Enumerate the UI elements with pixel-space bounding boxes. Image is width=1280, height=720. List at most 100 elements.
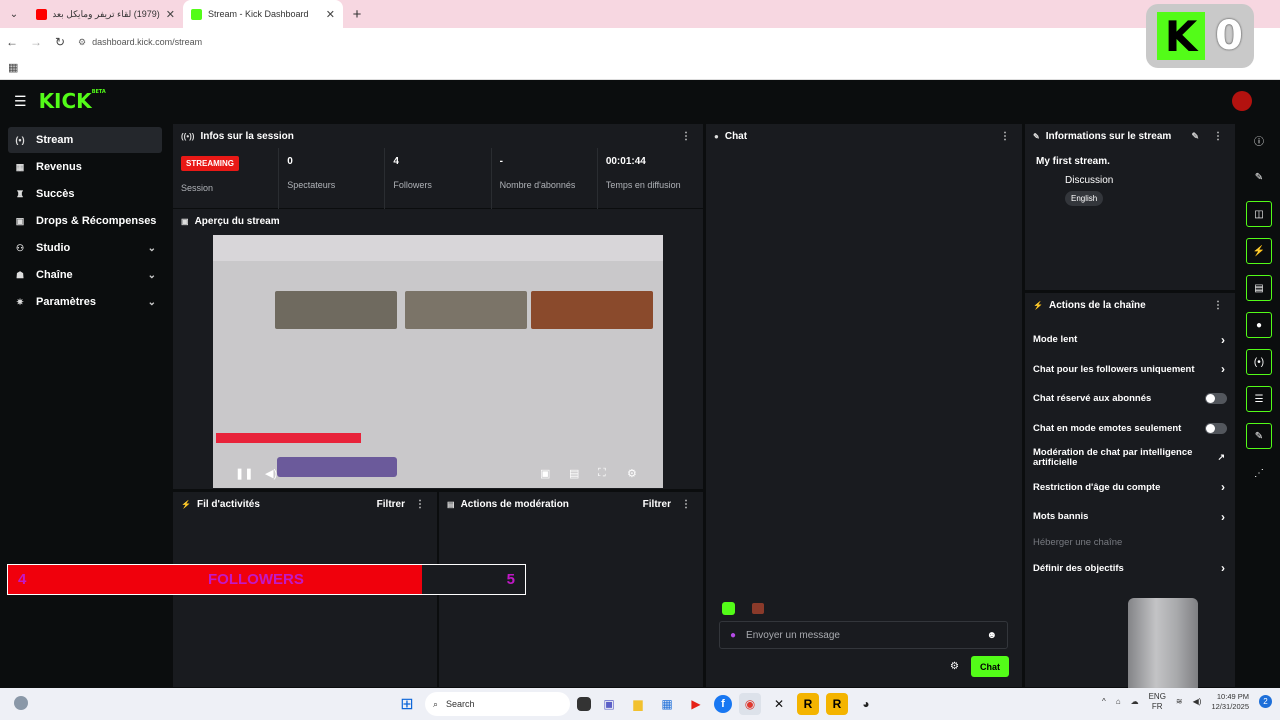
file-explorer-icon[interactable]: ▆ <box>627 693 649 715</box>
action-label: Chat réservé aux abonnés <box>1033 393 1152 405</box>
pause-icon[interactable]: ❚❚ <box>235 467 253 480</box>
chrome-icon[interactable]: ◉ <box>739 693 761 715</box>
teams-icon[interactable]: ▣ <box>598 693 620 715</box>
edit-icon[interactable]: ✎ <box>1246 164 1272 190</box>
stat-value: 0 <box>287 156 293 167</box>
stream-video[interactable]: ❚❚ ◀) ▣ ▤ ⛶ ⚙ <box>213 235 663 488</box>
action-banned-words[interactable]: Mots bannis › <box>1025 502 1235 532</box>
more-options-icon[interactable]: ⋮ <box>681 131 691 142</box>
share-icon[interactable]: ⋰ <box>1246 460 1272 486</box>
lang-primary: ENG <box>1148 692 1166 701</box>
action-label: Mots bannis <box>1033 511 1089 523</box>
more-options-icon[interactable]: ⋮ <box>1213 300 1223 311</box>
action-set-goals[interactable]: Définir des objectifs › <box>1025 554 1235 584</box>
edit-icon[interactable]: ✎ <box>1191 131 1199 142</box>
youtube-icon[interactable]: ▶ <box>685 693 707 715</box>
layers-icon[interactable]: ☰ <box>1246 386 1272 412</box>
action-ai-moderation[interactable]: Modération de chat par intelligence arti… <box>1025 443 1235 473</box>
forward-icon[interactable]: → <box>24 35 48 49</box>
chevron-down-icon: ⌄ <box>147 269 156 281</box>
chat-send-button[interactable]: Chat <box>971 656 1009 677</box>
back-icon[interactable]: ← <box>0 35 24 49</box>
microphone-icon[interactable]: ● <box>730 630 736 641</box>
chevron-right-icon: › <box>1221 561 1225 576</box>
menu-icon[interactable]: ☰ <box>14 93 27 110</box>
obs-icon[interactable]: ◕ <box>855 693 877 715</box>
sidebar-item-stream[interactable]: (•) Stream <box>8 127 162 153</box>
browser-tab-youtube[interactable]: (1979) لقاء تريفر ومايكل بعد 10 ✕ <box>28 0 183 28</box>
clip-icon[interactable]: ◫ <box>1246 201 1272 227</box>
task-view-icon[interactable] <box>577 697 591 711</box>
rockstar-launcher-icon[interactable]: R <box>826 693 848 715</box>
store-icon[interactable]: ▦ <box>656 693 678 715</box>
emotes-only-toggle[interactable] <box>1205 422 1227 434</box>
chevron-right-icon: › <box>1221 332 1225 347</box>
site-info-icon[interactable]: ⚙ <box>78 37 86 48</box>
notification-badge[interactable]: 2 <box>1259 695 1272 709</box>
top-nav: ☰ KICKBETA <box>0 81 1280 121</box>
wrench-icon[interactable]: ✎ <box>1246 423 1272 449</box>
stat-label: Nombre d'abonnés <box>499 180 576 190</box>
sidebar-item-studio[interactable]: ⚇ Studio ⌄ <box>8 235 162 261</box>
sidebar-item-label: Paramètres <box>36 296 96 308</box>
chat-icon: ● <box>714 131 719 141</box>
more-options-icon[interactable]: ⋮ <box>1000 131 1010 142</box>
url-field[interactable]: ⚙ dashboard.kick.com/stream <box>78 37 202 48</box>
tab-search-icon[interactable]: ⌄ <box>0 0 28 28</box>
facebook-icon[interactable]: f <box>714 695 732 713</box>
action-followers-only[interactable]: Chat pour les followers uniquement › <box>1025 355 1235 385</box>
filter-button[interactable]: Filtrer <box>643 499 671 510</box>
rockstar-icon[interactable]: R <box>797 693 819 715</box>
chat-bubble-icon[interactable]: ● <box>1246 312 1272 338</box>
volume-icon[interactable]: ◀) <box>1193 697 1202 706</box>
language-indicator[interactable]: ENG FR <box>1149 692 1166 711</box>
emoji-icon[interactable]: ☻ <box>986 630 997 641</box>
gear-icon[interactable]: ⚙ <box>627 467 637 480</box>
onedrive-icon[interactable]: ☁ <box>1131 697 1139 706</box>
taskbar-search[interactable]: ⌕ Search <box>425 692 570 716</box>
sidebar-item-revenue[interactable]: ▦ Revenus <box>8 154 162 180</box>
browser-tab-kick[interactable]: Stream - Kick Dashboard ✕ <box>183 0 343 28</box>
action-slow-mode[interactable]: Mode lent › <box>1025 325 1235 355</box>
wifi-icon[interactable]: ≋ <box>1176 697 1183 706</box>
stat-label: Session <box>181 183 214 193</box>
sidebar-item-label: Succès <box>36 188 75 200</box>
kick-logo[interactable]: KICKBETA <box>39 89 106 113</box>
chat-message-input[interactable]: ● Envoyer un message ☻ <box>719 621 1008 649</box>
widgets-icon[interactable] <box>14 696 28 710</box>
theater-icon[interactable]: ▤ <box>569 467 579 480</box>
lightning-icon[interactable]: ⚡ <box>1246 238 1272 264</box>
broadcast-icon[interactable]: (•) <box>1246 349 1272 375</box>
more-options-icon[interactable]: ⋮ <box>681 499 691 510</box>
emote-icon[interactable] <box>752 603 764 614</box>
action-age-restriction[interactable]: Restriction d'âge du compte › <box>1025 473 1235 503</box>
more-options-icon[interactable]: ⋮ <box>415 499 425 510</box>
sidebar-item-channel[interactable]: ☗ Chaîne ⌄ <box>8 262 162 288</box>
document-icon[interactable]: ▤ <box>1246 275 1272 301</box>
sidebar-item-settings[interactable]: ✷ Paramètres ⌄ <box>8 289 162 315</box>
network-icon[interactable]: ⌂ <box>1116 697 1121 706</box>
sidebar-item-drops[interactable]: ▣ Drops & Récompenses <box>8 208 162 234</box>
avatar[interactable] <box>1232 91 1252 111</box>
apps-grid-icon[interactable]: ▦ <box>8 61 18 74</box>
session-stats: STREAMING Session 0 Spectateurs 4 Follow… <box>173 148 703 210</box>
more-options-icon[interactable]: ⋮ <box>1213 131 1223 142</box>
action-label: Mode lent <box>1033 334 1078 346</box>
sidebar-item-achievements[interactable]: ♜ Succès <box>8 181 162 207</box>
filter-button[interactable]: Filtrer <box>377 499 405 510</box>
new-tab-button[interactable]: + <box>343 0 371 28</box>
pip-icon[interactable]: ▣ <box>540 467 550 480</box>
subscribers-only-toggle[interactable] <box>1205 393 1227 405</box>
shield-icon: ▤ <box>447 499 455 509</box>
reload-icon[interactable]: ↻ <box>48 35 72 49</box>
close-tab-icon[interactable]: ✕ <box>326 8 335 21</box>
close-tab-icon[interactable]: ✕ <box>166 8 175 21</box>
clock[interactable]: 10:49 PM 12/31/2025 <box>1211 692 1249 711</box>
info-icon[interactable]: ⓘ <box>1246 127 1272 153</box>
chevron-up-icon[interactable]: ^ <box>1102 697 1106 706</box>
chat-settings-icon[interactable]: ⚙ <box>950 661 959 672</box>
capcut-icon[interactable]: ✕ <box>768 693 790 715</box>
windows-start-icon[interactable]: ⊞ <box>396 693 418 715</box>
volume-icon[interactable]: ◀) <box>265 467 277 480</box>
fullscreen-icon[interactable]: ⛶ <box>598 467 606 480</box>
